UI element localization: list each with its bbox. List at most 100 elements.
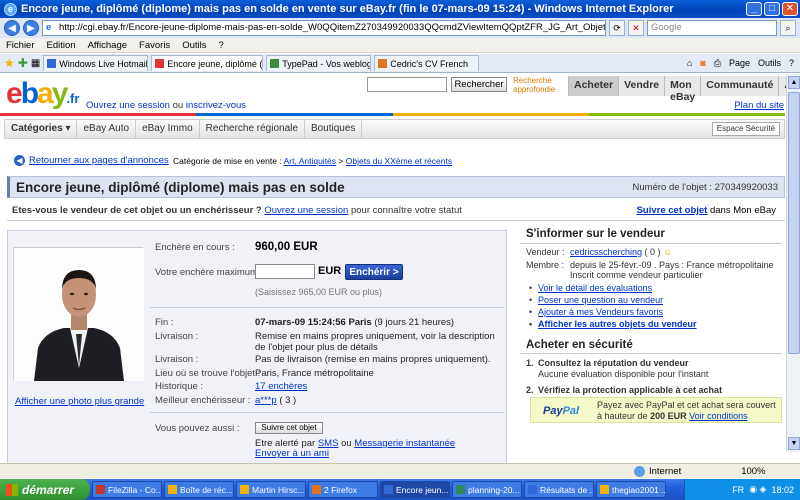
- item-photo[interactable]: [13, 247, 144, 381]
- follow-item-button[interactable]: Suivre cet objet: [255, 422, 323, 434]
- send-friend-link[interactable]: Envoyer à un ami: [255, 448, 329, 459]
- task-thegiao[interactable]: thegiao2001 ...: [596, 481, 666, 498]
- ask-question-link[interactable]: Poser une question au vendeur: [529, 295, 663, 305]
- signin-prompt: Ouvrez une session ou inscrivez-vous: [86, 100, 247, 111]
- signin-link[interactable]: Ouvrez une session: [86, 100, 170, 111]
- signin-status-link[interactable]: Ouvrez une session: [264, 205, 348, 216]
- seller-name-link[interactable]: cedricsscherching: [570, 247, 642, 257]
- ebay-search-button[interactable]: Rechercher: [451, 77, 507, 92]
- menu-affichage[interactable]: Affichage: [88, 40, 127, 51]
- scroll-down-icon[interactable]: ▼: [788, 437, 800, 450]
- window-title: Encore jeune, diplômé (diplome) mais pas…: [21, 3, 674, 15]
- ebay-search-input[interactable]: [367, 77, 447, 92]
- add-favorite-icon[interactable]: ✚: [18, 56, 28, 70]
- stop-button[interactable]: ✕: [628, 20, 644, 36]
- nav-acheter[interactable]: Acheter: [568, 76, 619, 96]
- print-icon[interactable]: ⎙: [714, 58, 721, 69]
- ie-icon: [384, 485, 393, 494]
- back-to-listings[interactable]: ◀ Retourner aux pages d'annonces: [14, 155, 169, 166]
- current-bid-value: 960,00 EUR: [255, 241, 318, 253]
- delivery2-label: Livraison :: [155, 354, 199, 365]
- clock: 18:02: [771, 484, 794, 495]
- max-bid-input[interactable]: [255, 264, 315, 279]
- language-indicator[interactable]: FR: [732, 485, 744, 495]
- register-link[interactable]: inscrivez-vous: [186, 100, 246, 111]
- minimize-button[interactable]: _: [746, 2, 762, 16]
- menu-favoris[interactable]: Favoris: [139, 40, 170, 51]
- page-menu[interactable]: Page: [729, 58, 750, 69]
- scroll-thumb[interactable]: [788, 92, 800, 354]
- tab-ebay-item[interactable]: Encore jeune, diplômé (di... ✕: [151, 55, 264, 71]
- tab-hotmail[interactable]: Windows Live Hotmail: [43, 55, 149, 71]
- member-since: depuis le 25-févr.-09 . Pays : France mé…: [570, 260, 774, 270]
- task-filezilla[interactable]: FileZilla - Co...: [92, 481, 162, 498]
- site-map-link[interactable]: Plan du site: [734, 100, 784, 111]
- task-firefox[interactable]: 2 Firefox: [308, 481, 378, 498]
- nav-ebay-auto[interactable]: eBay Auto: [77, 120, 137, 138]
- nav-communaute[interactable]: Communauté: [700, 76, 779, 96]
- tab-typepad[interactable]: TypePad - Vos weblogs: [266, 55, 372, 71]
- status-bar: Internet 100%: [0, 463, 800, 478]
- tab-cv[interactable]: Cedric's CV French: [374, 55, 480, 71]
- breadcrumb-art[interactable]: Art, Antiquités: [284, 156, 336, 166]
- task-planning[interactable]: planning-20...: [452, 481, 522, 498]
- tab-bar: ★ ✚ ▦ Windows Live Hotmail Encore jeune,…: [0, 54, 800, 73]
- close-window-button[interactable]: ✕: [782, 2, 798, 16]
- place-bid-button[interactable]: Enchérir >: [345, 264, 403, 280]
- task-martin[interactable]: Martin Hirsc...: [236, 481, 306, 498]
- maximize-button[interactable]: □: [764, 2, 780, 16]
- back-arrow-icon: ◀: [14, 155, 25, 166]
- nav-mon-ebay[interactable]: Mon eBay: [664, 76, 701, 103]
- security-center-button[interactable]: Espace Sécurité: [711, 122, 780, 136]
- location-label: Lieu où se trouve l'objet :: [155, 368, 261, 379]
- advanced-search-link[interactable]: Recherche approfondie: [513, 76, 555, 94]
- help-icon[interactable]: ?: [789, 58, 794, 69]
- nav-recherche-regionale[interactable]: Recherche régionale: [200, 120, 305, 138]
- feed-icon[interactable]: ◙: [700, 58, 705, 69]
- forward-button[interactable]: ▶: [23, 20, 39, 36]
- best-bidder-link[interactable]: a***p: [255, 395, 277, 406]
- folder-icon: [600, 485, 609, 494]
- task-results[interactable]: Résultats de ...: [524, 481, 594, 498]
- end-label: Fin :: [155, 317, 174, 328]
- tools-menu[interactable]: Outils: [758, 58, 781, 69]
- start-button[interactable]: démarrer: [0, 479, 90, 500]
- seller-info-panel: S'informer sur le vendeur Vendeur : cedr…: [520, 226, 786, 466]
- scroll-up-icon[interactable]: ▲: [788, 76, 800, 89]
- follow-item-link[interactable]: Suivre cet objet: [637, 205, 708, 216]
- ebay-logo[interactable]: ebay.fr: [6, 79, 79, 114]
- typepad-favicon-icon: [270, 59, 280, 68]
- feedback-detail-link[interactable]: Voir le détail des évaluations: [529, 283, 652, 293]
- back-to-listings-link[interactable]: Retourner aux pages d'annonces: [29, 155, 169, 166]
- paypal-conditions-link[interactable]: Voir conditions: [689, 411, 748, 421]
- larger-photo-link[interactable]: Afficher une photo plus grande: [15, 396, 144, 407]
- nav-ebay-immo[interactable]: eBay Immo: [136, 120, 200, 138]
- breadcrumb-objets[interactable]: Objets du XXème et récents: [346, 156, 452, 166]
- currency-label: EUR: [318, 265, 342, 277]
- seller-other-items-link[interactable]: Afficher les autres objets du vendeur: [529, 319, 697, 329]
- favorites-star-icon[interactable]: ★: [4, 56, 15, 70]
- add-favorite-seller-link[interactable]: Ajouter à mes Vendeurs favoris: [529, 307, 663, 317]
- im-alert-link[interactable]: Messagerie instantanée: [354, 438, 455, 449]
- refresh-button[interactable]: ⟳: [609, 20, 625, 36]
- home-icon[interactable]: ⌂: [687, 58, 692, 69]
- nav-boutiques[interactable]: Boutiques: [305, 120, 363, 138]
- follow-item: Suivre cet objet dans Mon eBay: [636, 205, 776, 216]
- nav-vendre[interactable]: Vendre: [618, 76, 665, 96]
- menu-help[interactable]: ?: [218, 40, 223, 51]
- menu-edition[interactable]: Edition: [47, 40, 76, 51]
- search-input[interactable]: Google: [647, 20, 777, 36]
- bid-history-link[interactable]: 17 enchères: [255, 381, 307, 392]
- task-ie-ebay[interactable]: Encore jeun...: [380, 481, 450, 498]
- spreadsheet-icon: [456, 485, 465, 494]
- task-inbox[interactable]: Boîte de réc...: [164, 481, 234, 498]
- vertical-scrollbar[interactable]: ▲ ▼: [786, 74, 800, 452]
- tab-list-icon[interactable]: ▦: [31, 58, 40, 69]
- back-button[interactable]: ◀: [4, 20, 20, 36]
- search-icon[interactable]: ⌕: [780, 20, 796, 36]
- menu-fichier[interactable]: Fichier: [6, 40, 35, 51]
- menu-outils[interactable]: Outils: [182, 40, 206, 51]
- address-bar[interactable]: http://cgi.ebay.fr/Encore-jeune-diplome-…: [42, 20, 606, 36]
- nav-categories[interactable]: Catégories ▾: [5, 120, 78, 138]
- zoom-level[interactable]: 100%: [741, 466, 765, 477]
